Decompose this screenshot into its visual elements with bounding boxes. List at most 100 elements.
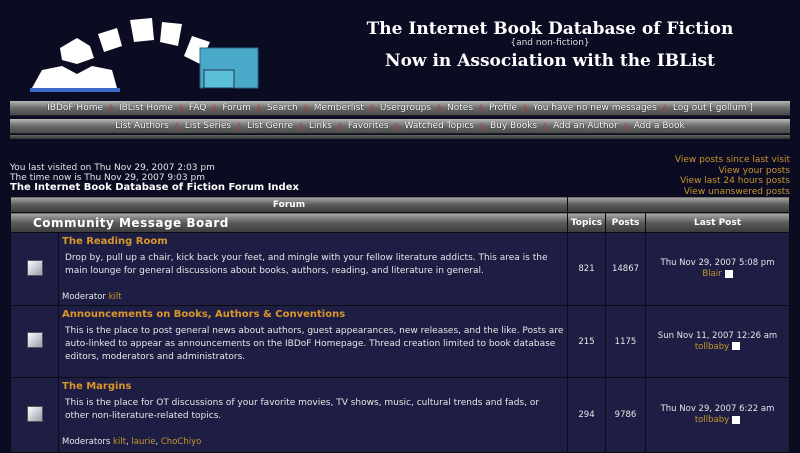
nav-link[interactable]: Notes [447, 103, 473, 113]
category-title[interactable]: Community Message Board [10, 212, 568, 233]
nav-separator-icon: ◊ [522, 103, 527, 113]
nav-separator-icon: ◊ [394, 121, 399, 131]
posts-count: 1175 [605, 305, 646, 378]
nav-link[interactable]: IBList Home [119, 103, 173, 113]
nav-separator-icon: ◊ [662, 103, 667, 113]
nav-separator-icon: ◊ [303, 103, 308, 113]
nav-separator-icon: ◊ [623, 121, 628, 131]
topics-count: 294 [567, 377, 606, 453]
site-title: The Internet Book Database of Fiction [366, 19, 734, 39]
nav-divider [10, 135, 790, 139]
moderator-link[interactable]: kilt [113, 437, 126, 447]
nav-link[interactable]: List Authors [115, 121, 169, 131]
forum-folder-icon [26, 405, 43, 422]
nav-link[interactable]: Profile [489, 103, 517, 113]
nav-separator-icon: ◊ [237, 121, 242, 131]
nav-link[interactable]: You have no new messages [533, 103, 657, 113]
last-post-date: Sun Nov 11, 2007 12:26 am [657, 330, 778, 341]
last-post: Thu Nov 29, 2007 5:08 pm Blair [645, 232, 790, 306]
forum-info: Announcements on Books, Authors & Conven… [58, 305, 568, 378]
forum-folder-icon [26, 259, 43, 276]
nav-link[interactable]: Log out [ gollum ] [673, 103, 753, 113]
nav-link[interactable]: Add an Author [553, 121, 618, 131]
nav-link[interactable]: IBDoF Home [47, 103, 103, 113]
nav-separator-icon: ◊ [298, 121, 303, 131]
forum-column-header: Forum [10, 196, 568, 213]
nav-link[interactable]: Favorites [348, 121, 389, 131]
nav-link[interactable]: Memberlist [314, 103, 364, 113]
quick-links: View posts since last visit View your po… [675, 155, 790, 197]
nav-link[interactable]: List Genre [247, 121, 293, 131]
forum-description: This is the place to post general news a… [65, 326, 564, 362]
topics-count: 215 [567, 305, 606, 378]
nav-link[interactable]: Usergroups [380, 103, 431, 113]
flying-books-logo[interactable] [22, 8, 282, 96]
goto-last-post-icon[interactable] [724, 269, 733, 278]
nav-link[interactable]: List Series [185, 121, 231, 131]
nav-link[interactable]: Links [309, 121, 332, 131]
nav-separator-icon: ◊ [212, 103, 217, 113]
moderator-label: Moderators [62, 437, 111, 447]
forum-name-link[interactable]: Announcements on Books, Authors & Conven… [62, 309, 564, 320]
posts-count: 14867 [605, 232, 646, 306]
moderator-link[interactable]: ChoChiyo [161, 437, 201, 447]
forum-info: The Margins This is the place for OT disc… [58, 377, 568, 453]
forum-description: Drop by, pull up a chair, kick back your… [65, 253, 548, 276]
forum-description: This is the place for OT discussions of … [65, 398, 540, 421]
moderator-link[interactable]: laurie [131, 437, 155, 447]
last-post-header: Last Post [645, 212, 790, 233]
forum-table: Forum Community Message Board Topics Pos… [10, 196, 790, 453]
moderators: Moderator kilt [62, 292, 564, 302]
view-posts-since-last-visit[interactable]: View posts since last visit [675, 155, 790, 166]
last-post: Thu Nov 29, 2007 6:22 am tollbaby [645, 377, 790, 453]
last-post-user[interactable]: Blair [702, 269, 721, 279]
forum-status-cell [10, 305, 59, 378]
moderators: Moderators kilt, laurie, ChoChiyo [62, 437, 202, 447]
forum-status-cell [10, 232, 59, 306]
nav-link[interactable]: Add a Book [634, 121, 685, 131]
nav-separator-icon: ◊ [437, 103, 442, 113]
blank-header [567, 196, 790, 213]
site-header: The Internet Book Database of Fiction {a… [0, 0, 800, 98]
forum-name-link[interactable]: The Reading Room [62, 236, 564, 247]
forum-name-link[interactable]: The Margins [62, 381, 564, 392]
last-post-date: Thu Nov 29, 2007 5:08 pm [660, 258, 775, 268]
forum-status-cell [10, 377, 59, 453]
moderator-label: Moderator [62, 292, 106, 302]
last-post-user[interactable]: tollbaby [695, 415, 729, 425]
nav-link[interactable]: Buy Books [490, 121, 537, 131]
nav-separator-icon: ◊ [174, 121, 179, 131]
posts-header: Posts [605, 212, 646, 233]
nav-separator-icon: ◊ [479, 103, 483, 113]
nav-separator-icon: ◊ [543, 121, 548, 131]
moderator-link[interactable]: kilt [109, 292, 122, 302]
forum-folder-icon [26, 332, 43, 348]
secondary-nav: List Authors ◊ List Series ◊ List Genre ◊ Link… [10, 119, 790, 134]
nav-separator-icon: ◊ [178, 103, 183, 113]
nav-link[interactable]: Search [267, 103, 298, 113]
forum-info: The Reading Room Drop by, pull up a chair… [58, 232, 568, 306]
last-post: Sun Nov 11, 2007 12:26 am tollbaby [645, 305, 790, 378]
forum-row: The Margins This is the place for OT disc… [10, 377, 790, 453]
nav-separator-icon: ◊ [109, 103, 113, 113]
topics-count: 821 [567, 232, 606, 306]
nav-separator-icon: ◊ [369, 103, 374, 113]
nav-link[interactable]: Forum [222, 103, 251, 113]
forum-row: Announcements on Books, Authors & Conven… [10, 305, 790, 378]
view-your-posts[interactable]: View your posts [675, 166, 790, 177]
nav-link[interactable]: Watched Topics [405, 121, 474, 131]
last-visit-text: You last visited on Thu Nov 29, 2007 2:0… [10, 163, 215, 173]
nav-separator-icon: ◊ [480, 121, 484, 131]
nav-separator-icon: ◊ [256, 103, 261, 113]
nav-link[interactable]: FAQ [189, 103, 206, 113]
goto-last-post-icon[interactable] [732, 342, 741, 350]
goto-last-post-icon[interactable] [732, 415, 741, 424]
last-post-date: Thu Nov 29, 2007 6:22 am [660, 404, 775, 414]
forum-row: The Reading Room Drop by, pull up a chair… [10, 232, 790, 306]
site-tagline: Now in Association with the IBList [385, 51, 715, 71]
site-subtitle: {and non-fiction} [510, 38, 590, 48]
last-post-user[interactable]: tollbaby [695, 342, 729, 352]
view-last-24-hours[interactable]: View last 24 hours posts [675, 176, 790, 187]
topics-header: Topics [567, 212, 606, 233]
forum-index-link[interactable]: The Internet Book Database of Fiction Fo… [10, 182, 299, 193]
